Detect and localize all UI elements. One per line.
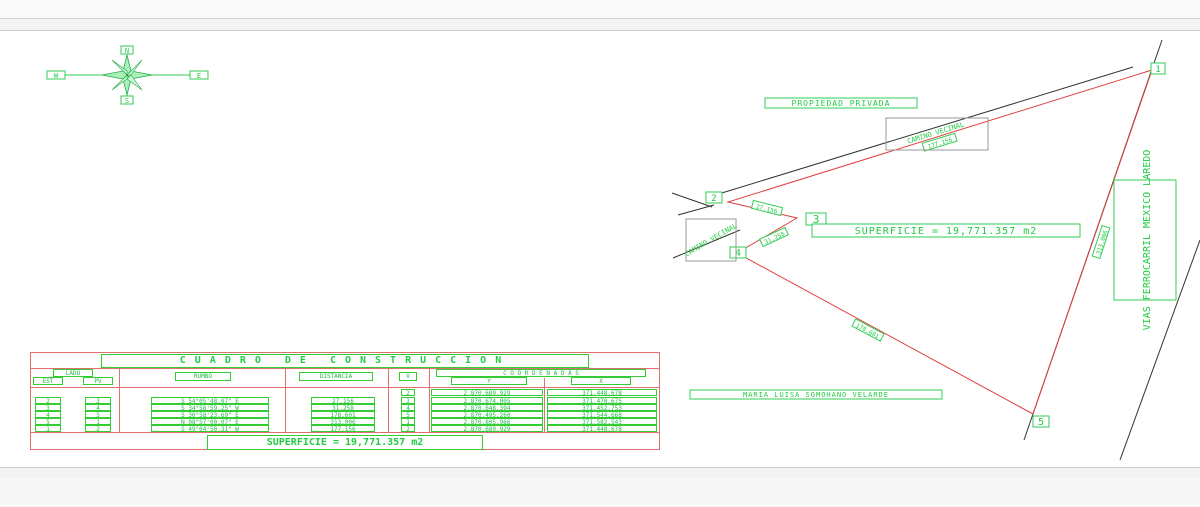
start-row-y: 2,870,689.929 [431,389,543,396]
header-pv: PV [83,377,113,385]
row-est: 1 [35,425,61,432]
row-v: 3 [401,397,415,404]
row-x: 371,470.675 [547,397,657,404]
table-superficie: SUPERFICIE = 19,771.357 m2 [207,435,483,450]
row-v: 1 [401,418,415,425]
row-y: 2,870,805.966 [431,418,543,425]
row-y: 2,870,648.394 [431,404,543,411]
row-v: 4 [401,404,415,411]
vertex-2-label: 2 [711,194,716,204]
row-x: 371,448.678 [547,425,657,432]
vertex-1-label: 1 [1155,65,1160,75]
superficie-plan-label: SUPERFICIE = 19,771.357 m2 [855,226,1038,237]
compass-rose: N S W E [46,45,209,105]
row-rumbo: S 49°04'50.31" W [151,425,269,432]
railroad-label: VIAS FERROCARRIL MEXICO LAREDO [1142,150,1153,331]
row-pv: 4 [85,404,111,411]
property-boundary [726,69,1153,415]
start-row-v: 2 [401,389,415,396]
row-distancia: 178.601 [311,411,375,418]
header-rumbo: RUMBO [175,372,231,381]
row-est: 4 [35,411,61,418]
row-pv: 5 [85,411,111,418]
segment-2-3-length: 27.156 [755,203,778,215]
row-distancia: 27.156 [311,397,375,404]
row-y: 2,870,689.929 [431,425,543,432]
row-pv: 3 [85,397,111,404]
construction-table: CUADRO DE CONSTRUCCION LADO EST PV RUMBO… [30,352,660,450]
row-y: 2,870,674.005 [431,397,543,404]
row-v: 5 [401,411,415,418]
row-x: 371,582.543 [547,418,657,425]
vertex-5-label: 5 [1038,417,1044,428]
start-row-x: 371,448.678 [547,389,657,396]
row-pv: 1 [85,418,111,425]
row-est: 5 [35,418,61,425]
header-y: Y [451,377,527,385]
row-pv: 2 [85,425,111,432]
header-v: V [399,372,417,381]
propiedad-privada-label: PROPIEDAD PRIVADA [792,99,891,108]
owner-label: MARIA LUISA SOMOHANO VELARDE [743,391,889,399]
header-coordenadas: C O O R D E N A D A S [436,369,646,377]
compass-south-label: S [125,97,129,105]
row-x: 371,452.753 [547,404,657,411]
header-lado: LADO [53,369,93,377]
row-distancia: 31.258 [311,404,375,411]
row-distancia: 313.006 [311,418,375,425]
row-est: 3 [35,404,61,411]
row-x: 371,544.668 [547,411,657,418]
row-rumbo: S 34°58'59.25" W [151,404,269,411]
row-distancia: 177.156 [311,425,375,432]
construction-table-title: CUADRO DE CONSTRUCCION [101,354,589,368]
row-v: 2 [401,425,415,432]
row-est: 2 [35,397,61,404]
row-rumbo: N 08°57'00.07" E [151,418,269,425]
compass-north-label: N [125,47,129,55]
header-est: EST [33,377,63,385]
segment-length-labels: 177.156 27.156 31.258 178.601 313.006 [750,132,1111,342]
row-rumbo: S 30°58'23.69" E [151,411,269,418]
header-distancia: DISTANCIA [299,372,373,381]
header-x: X [571,377,631,385]
row-rumbo: S 54°05'48.07" E [151,397,269,404]
row-y: 2,870,495.260 [431,411,543,418]
compass-east-label: E [197,72,201,80]
